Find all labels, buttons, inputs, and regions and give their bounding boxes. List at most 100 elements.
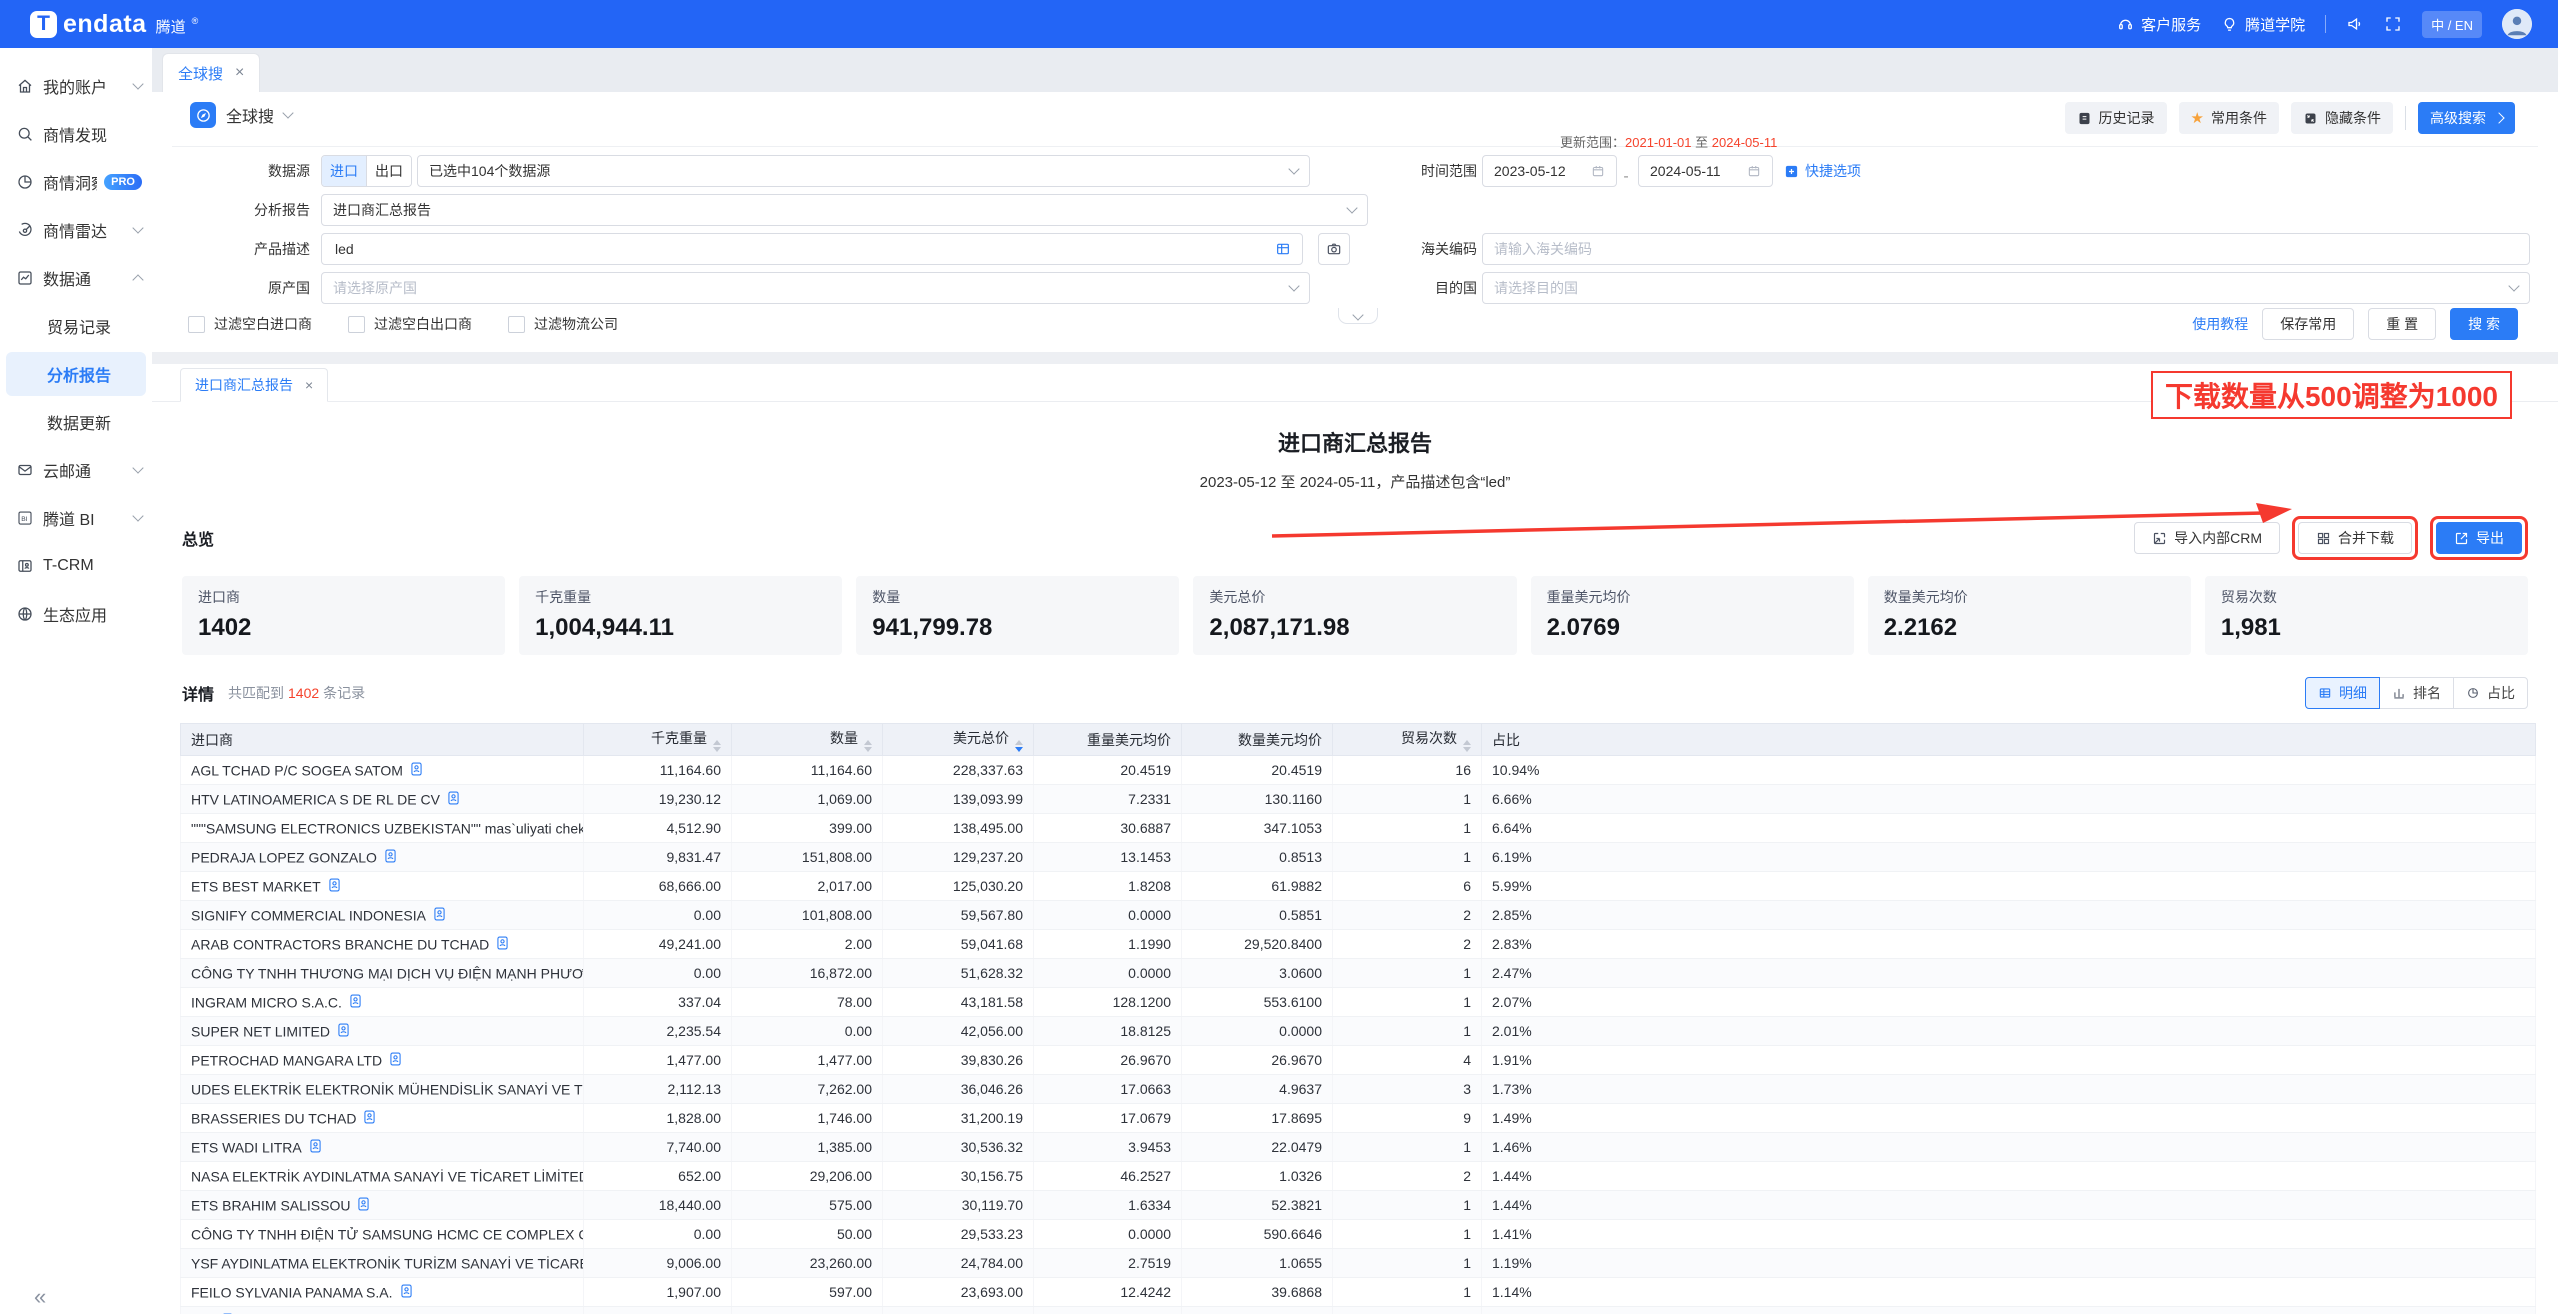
table-row[interactable]: N/A 166,163.18 145,394.32 131,389.10 0.7…	[181, 1307, 2536, 1314]
sidebar-item-my-account[interactable]: 我的账户	[0, 62, 152, 110]
importer-name[interactable]: AGL TCHAD P/C SOGEA SATOM	[191, 763, 403, 779]
sort-icon[interactable]	[713, 740, 721, 752]
hide-conditions-button[interactable]: 隐藏条件	[2291, 102, 2393, 134]
academy-link[interactable]: 腾道学院	[2221, 14, 2305, 35]
contact-icon[interactable]	[384, 849, 397, 863]
importer-name[interactable]: INGRAM MICRO S.A.C.	[191, 995, 342, 1011]
fullscreen-icon[interactable]	[2384, 15, 2402, 33]
customer-service-link[interactable]: 客户服务	[2117, 14, 2201, 35]
col-trade-count[interactable]: 贸易次数	[1333, 724, 1482, 756]
table-row[interactable]: ETS BRAHIM SALISSOU 18,440.00 575.00 30,…	[181, 1191, 2536, 1220]
col-quantity[interactable]: 数量	[732, 724, 883, 756]
sidebar-item-bi[interactable]: BI 腾道 BI	[0, 494, 152, 542]
importer-name[interactable]: CÔNG TY TNHH THƯƠNG MẠI DỊCH VỤ ĐIỆN MẠN…	[191, 966, 584, 982]
contact-icon[interactable]	[400, 1284, 413, 1298]
quick-options-link[interactable]: 快捷选项	[1784, 161, 1861, 181]
user-avatar[interactable]	[2502, 9, 2532, 39]
importer-name[interactable]: PETROCHAD MANGARA LTD	[191, 1053, 382, 1069]
importer-name[interactable]: CÔNG TY TNHH ĐIỆN TỬ SAMSUNG HCMC CE COM…	[191, 1227, 584, 1243]
importer-name[interactable]: BRASSERIES DU TCHAD	[191, 1111, 356, 1127]
col-usd-total[interactable]: 美元总价	[883, 724, 1034, 756]
table-row[interactable]: FEILO SYLVANIA PANAMA S.A. 1,907.00 597.…	[181, 1278, 2536, 1307]
checkbox-filter-blank-importer[interactable]: 过滤空白进口商	[188, 314, 312, 334]
table-row[interactable]: INGRAM MICRO S.A.C. 337.04 78.00 43,181.…	[181, 988, 2536, 1017]
sidebar-item-tcrm[interactable]: T-CRM	[0, 542, 152, 590]
export-toggle[interactable]: 出口	[366, 156, 411, 186]
merge-download-button[interactable]: 合并下载	[2298, 522, 2412, 554]
view-share-button[interactable]: 占比	[2453, 677, 2528, 709]
sidebar-item-analysis-report[interactable]: 分析报告	[6, 352, 146, 396]
product-desc-input[interactable]	[333, 240, 1275, 258]
import-toggle[interactable]: 进口	[322, 156, 366, 186]
importer-name[interactable]: ETS BEST MARKET	[191, 879, 321, 895]
importer-name[interactable]: """SAMSUNG ELECTRONICS UZBEKISTAN"" mas`…	[191, 821, 584, 837]
table-row[interactable]: HTV LATINOAMERICA S DE RL DE CV 19,230.1…	[181, 785, 2536, 814]
importer-name[interactable]: ARAB CONTRACTORS BRANCHE DU TCHAD	[191, 937, 489, 953]
importer-name[interactable]: NASA ELEKTRİK AYDINLATMA SANAYİ VE TİCAR…	[191, 1169, 584, 1185]
importer-name[interactable]: SIGNIFY COMMERCIAL INDONESIA	[191, 908, 426, 924]
table-row[interactable]: ETS WADI LITRA 7,740.00 1,385.00 30,536.…	[181, 1133, 2536, 1162]
sidebar-item-radar[interactable]: 商情雷达	[0, 206, 152, 254]
sidebar-item-insight[interactable]: 商情洞察 PRO	[0, 158, 152, 206]
contact-icon[interactable]	[349, 994, 362, 1008]
importer-name[interactable]: PEDRAJA LOPEZ GONZALO	[191, 850, 377, 866]
start-date-input[interactable]: 2023-05-12	[1482, 155, 1617, 187]
table-row[interactable]: UDES ELEKTRİK ELEKTRONİK MÜHENDİSLİK SAN…	[181, 1075, 2536, 1104]
contact-icon[interactable]	[389, 1052, 402, 1066]
datasource-select[interactable]: 已选中104个数据源	[417, 155, 1310, 187]
import-to-crm-button[interactable]: 导入内部CRM	[2134, 522, 2280, 554]
checkbox-filter-logistics[interactable]: 过滤物流公司	[508, 314, 618, 334]
sidebar-item-eco-apps[interactable]: 生态应用	[0, 590, 152, 638]
close-icon[interactable]: ×	[305, 377, 313, 393]
contact-icon[interactable]	[410, 762, 423, 776]
sidebar-collapse-button[interactable]: «	[34, 1284, 46, 1310]
dest-country-select[interactable]: 请选择目的国	[1482, 272, 2530, 304]
importer-name[interactable]: ETS WADI LITRA	[191, 1140, 302, 1156]
table-row[interactable]: CÔNG TY TNHH THƯƠNG MẠI DỊCH VỤ ĐIỆN MẠN…	[181, 959, 2536, 988]
table-row[interactable]: NASA ELEKTRİK AYDINLATMA SANAYİ VE TİCAR…	[181, 1162, 2536, 1191]
table-row[interactable]: CÔNG TY TNHH ĐIỆN TỬ SAMSUNG HCMC CE COM…	[181, 1220, 2536, 1249]
sort-icon-active[interactable]	[1015, 740, 1023, 752]
table-row[interactable]: ARAB CONTRACTORS BRANCHE DU TCHAD 49,241…	[181, 930, 2536, 959]
importer-name[interactable]: UDES ELEKTRİK ELEKTRONİK MÜHENDİSLİK SAN…	[191, 1082, 584, 1098]
search-button[interactable]: 搜 索	[2450, 308, 2518, 340]
table-row[interactable]: YSF AYDINLATMA ELEKTRONİK TURİZM SANAYİ …	[181, 1249, 2536, 1278]
col-kg-weight[interactable]: 千克重量	[584, 724, 732, 756]
contact-icon[interactable]	[328, 878, 341, 892]
sidebar-item-trade-records[interactable]: 贸易记录	[0, 302, 152, 350]
sidebar-item-discovery[interactable]: 商情发现	[0, 110, 152, 158]
table-row[interactable]: ETS BEST MARKET 68,666.00 2,017.00 125,0…	[181, 872, 2536, 901]
table-row[interactable]: PEDRAJA LOPEZ GONZALO 9,831.47 151,808.0…	[181, 843, 2536, 872]
close-icon[interactable]: ×	[235, 64, 244, 82]
view-ranking-button[interactable]: 排名	[2379, 677, 2454, 709]
table-row[interactable]: PETROCHAD MANGARA LTD 1,477.00 1,477.00 …	[181, 1046, 2536, 1075]
contact-icon[interactable]	[363, 1110, 376, 1124]
tab-importer-summary-report[interactable]: 进口商汇总报告 ×	[180, 368, 328, 402]
sidebar-item-datapass[interactable]: 数据通	[0, 254, 152, 302]
importer-name[interactable]: ETS BRAHIM SALISSOU	[191, 1198, 350, 1214]
contact-icon[interactable]	[447, 791, 460, 805]
history-button[interactable]: 历史记录	[2065, 102, 2167, 134]
reset-button[interactable]: 重 置	[2368, 308, 2436, 340]
contact-icon[interactable]	[496, 936, 509, 950]
contact-icon[interactable]	[337, 1023, 350, 1037]
importer-name[interactable]: YSF AYDINLATMA ELEKTRONİK TURİZM SANAYİ …	[191, 1256, 584, 1272]
table-icon[interactable]	[1275, 241, 1291, 257]
advanced-search-button[interactable]: 高级搜索	[2418, 102, 2515, 134]
table-row[interactable]: SUPER NET LIMITED 2,235.54 0.00 42,056.0…	[181, 1017, 2536, 1046]
sort-icon[interactable]	[1463, 740, 1471, 752]
camera-icon[interactable]	[1318, 233, 1350, 265]
table-row[interactable]: BRASSERIES DU TCHAD 1,828.00 1,746.00 31…	[181, 1104, 2536, 1133]
language-toggle[interactable]: 中 / EN	[2422, 11, 2482, 38]
contact-icon[interactable]	[433, 907, 446, 921]
favorite-conditions-button[interactable]: ★ 常用条件	[2179, 102, 2279, 134]
sort-icon[interactable]	[864, 740, 872, 752]
table-row[interactable]: SIGNIFY COMMERCIAL INDONESIA 0.00 101,80…	[181, 901, 2536, 930]
sidebar-item-cloud-mail[interactable]: 云邮通	[0, 446, 152, 494]
tutorial-link[interactable]: 使用教程	[2192, 314, 2248, 334]
export-button[interactable]: 导出	[2436, 522, 2522, 554]
origin-country-select[interactable]: 请选择原产国	[321, 272, 1310, 304]
tab-global-search[interactable]: 全球搜 ×	[162, 53, 260, 92]
module-selector[interactable]: 全球搜	[190, 102, 292, 128]
table-row[interactable]: """SAMSUNG ELECTRONICS UZBEKISTAN"" mas`…	[181, 814, 2536, 843]
